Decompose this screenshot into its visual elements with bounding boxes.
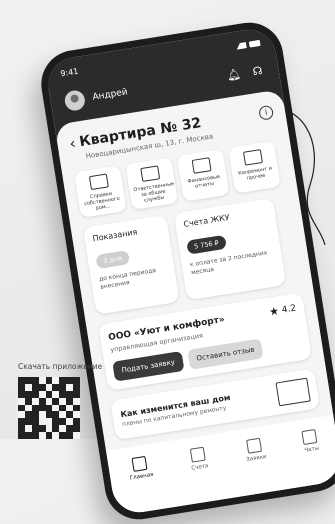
avatar[interactable] bbox=[63, 89, 87, 112]
back-chevron-icon[interactable]: ‹ bbox=[68, 134, 77, 153]
signal-icon bbox=[235, 41, 247, 50]
bill-title: Счета ЖКУ bbox=[182, 212, 231, 229]
org-rating: 4.2 bbox=[281, 303, 297, 316]
download-block: Скачать приложение bbox=[18, 362, 128, 439]
promo-text: Как изменится ваш дом планы по капитальн… bbox=[120, 386, 279, 428]
meters-note: до конца периода внесения bbox=[98, 266, 157, 291]
bell-icon[interactable]: 🔔︎ bbox=[226, 67, 242, 83]
bill-note: к оплате за 2 последних месяца bbox=[189, 249, 268, 276]
tab-label: Заявки bbox=[245, 453, 267, 463]
service-tile-responsible[interactable]: Ответственные за общие службы bbox=[125, 157, 179, 210]
bill-card[interactable]: Счета ЖКУ 5 756 ₽ к оплате за 2 последни… bbox=[173, 197, 287, 301]
meters-card[interactable]: Показания 3 дня до конца периода внесени… bbox=[82, 214, 180, 315]
service-label: Финансовые отчеты bbox=[187, 173, 221, 190]
meters-days-pill: 3 дня bbox=[95, 250, 130, 270]
star-icon: ★ bbox=[268, 304, 280, 319]
home-icon bbox=[131, 455, 148, 472]
document-icon bbox=[88, 173, 109, 191]
info-icon[interactable]: i bbox=[258, 104, 275, 121]
tab-label: Чаты bbox=[303, 445, 320, 454]
service-label: Ответственные за общие службы bbox=[133, 181, 175, 204]
service-tile-finance[interactable]: Финансовые отчеты bbox=[176, 149, 230, 202]
tab-bills[interactable]: Счета bbox=[188, 446, 209, 472]
pencil-icon bbox=[246, 437, 263, 454]
tab-label: Главная bbox=[129, 471, 154, 482]
battery-icon bbox=[248, 39, 261, 48]
download-label: Скачать приложение bbox=[18, 362, 103, 371]
status-icons bbox=[235, 39, 261, 50]
service-label: Справки собственного дом... bbox=[83, 190, 121, 212]
tab-requests[interactable]: Заявки bbox=[243, 437, 267, 463]
qr-code[interactable] bbox=[18, 377, 80, 439]
tab-home[interactable]: Главная bbox=[127, 455, 154, 481]
building-icon bbox=[242, 149, 263, 166]
service-tile-repair[interactable]: Капремонт и прочее bbox=[228, 140, 281, 194]
chat-icon bbox=[301, 428, 318, 445]
tab-label: Счета bbox=[190, 462, 209, 472]
user-name: Андрей bbox=[91, 87, 129, 103]
service-label: Капремонт и прочее bbox=[237, 165, 273, 182]
receipt-icon bbox=[189, 446, 206, 463]
service-tile-documents[interactable]: Справки собственного дом... bbox=[74, 165, 127, 218]
wallet-icon bbox=[191, 157, 212, 174]
headset-icon[interactable]: ☊ bbox=[250, 64, 266, 80]
review-button[interactable]: Оставить отзыв bbox=[187, 338, 264, 370]
calendar-icon bbox=[140, 165, 161, 182]
house-icon bbox=[275, 377, 311, 407]
tab-chats[interactable]: Чаты bbox=[301, 428, 319, 453]
meters-title: Показания bbox=[92, 227, 138, 244]
bill-amount: 5 756 ₽ bbox=[186, 234, 227, 255]
status-time: 9:41 bbox=[59, 66, 79, 79]
